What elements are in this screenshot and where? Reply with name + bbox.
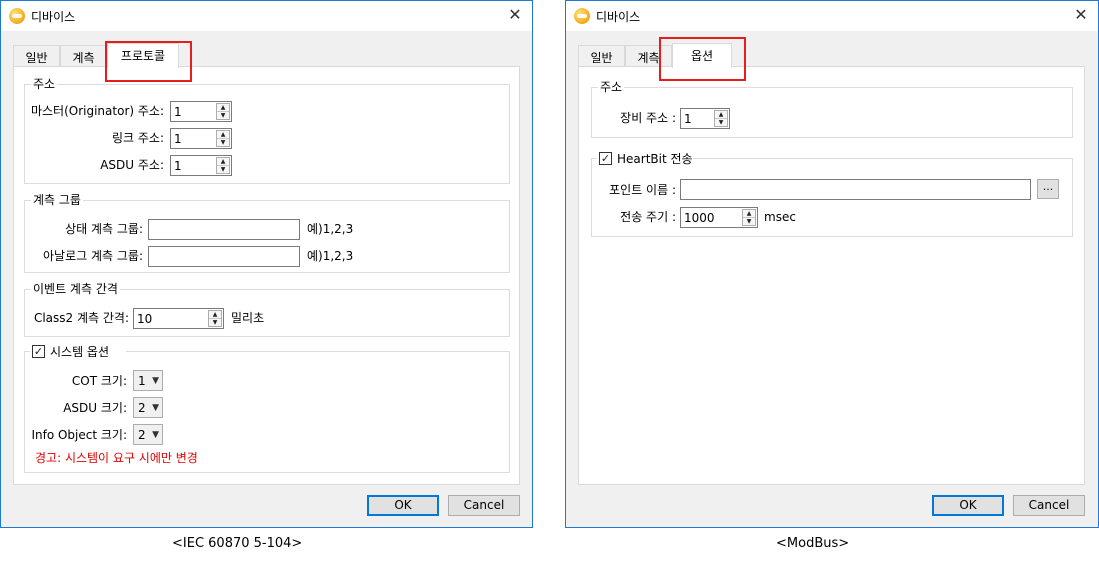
link-address-spinner[interactable]: 1 ▲ ▼ [170, 128, 232, 149]
spinner-value: 1 [174, 159, 182, 173]
cot-size-label: COT 크기: [71, 374, 127, 388]
asdu-address-label: ASDU 주소: [100, 158, 164, 172]
status-group-input[interactable] [148, 219, 300, 240]
send-period-spinner[interactable]: 1000 ▲ ▼ [680, 207, 758, 228]
ok-button[interactable]: OK [367, 495, 439, 516]
iec-device-dialog: 디바이스 ✕ 일반 계측 프로토콜 주소 마스터(Originator) 주소:… [0, 0, 533, 528]
spin-up-icon[interactable]: ▲ [715, 111, 727, 119]
options-panel: 주소 장비 주소 : 1 ▲ ▼ ✓ HeartBit 전송 포인트 이름 : .… [578, 66, 1085, 485]
window-title: 디바이스 [31, 10, 76, 24]
spin-down-icon[interactable]: ▼ [715, 119, 727, 127]
ok-button[interactable]: OK [932, 495, 1004, 516]
event-interval-group: 이벤트 계측 간격 Class2 계측 간격: 10 ▲ ▼ 밀리초 [24, 282, 510, 337]
app-icon [574, 8, 590, 24]
measurement-group: 계측 그룹 상태 계측 그룹: 예)1,2,3 아날로그 계측 그룹: 예)1,… [24, 193, 510, 273]
point-name-label: 포인트 이름 : [609, 183, 676, 197]
period-unit-label: msec [764, 210, 796, 224]
spinner-value: 1 [174, 132, 182, 146]
title-bar: 디바이스 ✕ [1, 1, 532, 31]
system-options-group: ✓ 시스템 옵션 COT 크기: 1 ▼ ASDU 크기: 2 ▼ Info O… [24, 344, 510, 473]
spinner-value: 1000 [684, 211, 715, 225]
class2-interval-label: Class2 계측 간격: [33, 311, 129, 325]
asdu-size-label: ASDU 크기: [63, 401, 127, 415]
interval-unit-label: 밀리초 [231, 311, 265, 325]
spin-down-icon[interactable]: ▼ [209, 319, 221, 327]
browse-button[interactable]: ... [1037, 179, 1059, 199]
status-group-label: 상태 계측 그룹: [65, 222, 143, 236]
group-title-system: 시스템 옵션 [50, 345, 110, 359]
spinner-value: 1 [684, 112, 692, 126]
window-title: 디바이스 [596, 10, 641, 24]
cancel-button[interactable]: Cancel [448, 495, 520, 516]
spinner-value: 1 [174, 105, 182, 119]
spin-down-icon[interactable]: ▼ [743, 218, 755, 226]
select-value: 2 [138, 428, 146, 442]
cancel-button[interactable]: Cancel [1013, 495, 1085, 516]
spin-up-icon[interactable]: ▲ [209, 311, 221, 319]
address-group: 주소 마스터(Originator) 주소: 1 ▲ ▼ 링크 주소: 1 ▲ ▼ … [24, 77, 510, 184]
select-value: 2 [138, 401, 146, 415]
point-name-input[interactable] [680, 179, 1031, 200]
warning-text: 경고: 시스템이 요구 시에만 변경 [35, 451, 198, 465]
master-address-label: 마스터(Originator) 주소: [30, 104, 164, 118]
system-options-header: ✓ 시스템 옵션 [30, 344, 126, 360]
asdu-address-spinner[interactable]: 1 ▲ ▼ [170, 155, 232, 176]
select-value: 1 [138, 374, 146, 388]
spin-down-icon[interactable]: ▼ [217, 166, 229, 174]
spinner-value: 10 [137, 312, 153, 326]
spin-up-icon[interactable]: ▲ [743, 210, 755, 218]
heartbit-group: ✓ HeartBit 전송 포인트 이름 : ... 전송 주기 : 1000 … [591, 151, 1073, 237]
group-title-measurement: 계측 그룹 [31, 193, 83, 207]
iec-caption: <IEC 60870 5-104> [172, 536, 303, 551]
tab-measurement[interactable]: 계측 [60, 45, 107, 67]
group-title-heartbit: HeartBit 전송 [617, 152, 693, 166]
send-period-label: 전송 주기 : [620, 210, 676, 224]
app-icon [9, 8, 25, 24]
chevron-down-icon: ▼ [152, 376, 159, 386]
title-bar: 디바이스 ✕ [566, 1, 1098, 31]
spin-down-icon[interactable]: ▼ [217, 112, 229, 120]
status-group-example: 예)1,2,3 [307, 222, 354, 236]
cot-size-select[interactable]: 1 ▼ [133, 370, 163, 391]
device-address-label: 장비 주소 : [620, 111, 676, 125]
device-address-spinner[interactable]: 1 ▲ ▼ [680, 108, 730, 129]
heartbit-header: ✓ HeartBit 전송 [597, 151, 693, 167]
chevron-down-icon: ▼ [152, 430, 159, 440]
spin-down-icon[interactable]: ▼ [217, 139, 229, 147]
close-icon[interactable]: ✕ [1072, 6, 1090, 24]
spin-up-icon[interactable]: ▲ [217, 131, 229, 139]
group-title-address: 주소 [31, 77, 58, 91]
tab-protocol[interactable]: 프로토콜 [107, 43, 179, 68]
system-options-checkbox[interactable]: ✓ [32, 345, 45, 358]
protocol-panel: 주소 마스터(Originator) 주소: 1 ▲ ▼ 링크 주소: 1 ▲ ▼ … [13, 66, 520, 485]
chevron-down-icon: ▼ [152, 403, 159, 413]
modbus-device-dialog: 디바이스 ✕ 일반 계측 옵션 주소 장비 주소 : 1 ▲ ▼ ✓ HeartB… [565, 0, 1099, 528]
group-title-address: 주소 [598, 80, 625, 94]
spin-up-icon[interactable]: ▲ [217, 104, 229, 112]
tab-options[interactable]: 옵션 [672, 43, 732, 68]
modbus-caption: <ModBus> [776, 536, 850, 551]
analog-group-label: 아날로그 계측 그룹: [43, 249, 143, 263]
tab-general[interactable]: 일반 [578, 45, 625, 67]
link-address-label: 링크 주소: [111, 131, 164, 145]
info-object-size-label: Info Object 크기: [31, 428, 127, 442]
analog-group-input[interactable] [148, 246, 300, 267]
info-object-size-select[interactable]: 2 ▼ [133, 424, 163, 445]
close-icon[interactable]: ✕ [506, 6, 524, 24]
tab-general[interactable]: 일반 [13, 45, 60, 67]
address-group: 주소 장비 주소 : 1 ▲ ▼ [591, 80, 1073, 138]
group-title-event: 이벤트 계측 간격 [31, 282, 120, 296]
heartbit-checkbox[interactable]: ✓ [599, 152, 612, 165]
analog-group-example: 예)1,2,3 [307, 249, 354, 263]
asdu-size-select[interactable]: 2 ▼ [133, 397, 163, 418]
spin-up-icon[interactable]: ▲ [217, 158, 229, 166]
master-address-spinner[interactable]: 1 ▲ ▼ [170, 101, 232, 122]
class2-interval-spinner[interactable]: 10 ▲ ▼ [133, 308, 224, 329]
